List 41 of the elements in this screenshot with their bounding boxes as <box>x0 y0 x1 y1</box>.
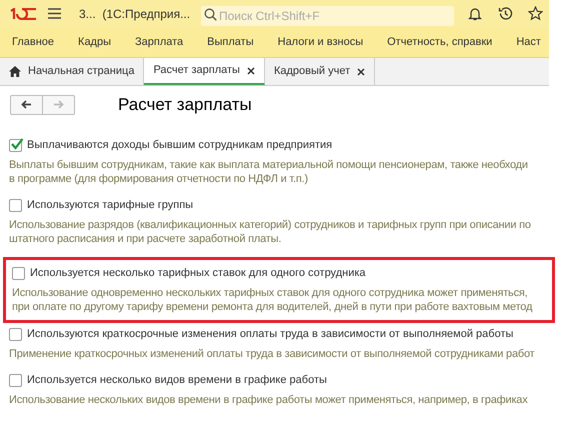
checkbox[interactable] <box>12 266 25 280</box>
menu-icon[interactable] <box>48 8 61 19</box>
menu-item[interactable]: Налоги и взносы <box>266 27 376 57</box>
bell-icon[interactable] <box>468 6 482 20</box>
option-description: в программе (для формирования отчетности по НДФЛ и т.п.) <box>9 172 309 186</box>
option-label[interactable]: Используются краткосрочные изменения оплаты труда в зависимости от выполняемой работы <box>27 326 514 342</box>
option-description: Применение краткосрочных изменений оплаты труда в зависимости от выполняемой сотрудниками работ <box>9 347 536 361</box>
close-icon[interactable] <box>357 68 366 76</box>
checkbox[interactable] <box>9 198 22 212</box>
option-label[interactable]: Выплачиваются доходы бывшим сотрудникам предприятия <box>27 136 332 154</box>
menu-item[interactable]: Наст <box>504 27 549 57</box>
option-description: Использование нескольких видов времени в графике работы может применяться, например, в графиках <box>9 393 529 407</box>
history-icon[interactable] <box>498 6 513 21</box>
checkbox[interactable] <box>9 138 22 152</box>
option-description: при оплате по другому тарифу времени ремонта для водителей, дней в пути при работе вахтовым метод <box>12 300 534 314</box>
search-icon <box>204 8 217 20</box>
back-button[interactable] <box>10 94 43 114</box>
close-icon[interactable] <box>246 66 255 74</box>
menu-item[interactable]: Отчетность, справки <box>375 27 504 57</box>
option-label[interactable]: Используются тарифные группы <box>27 196 194 214</box>
menu-item[interactable]: Выплаты <box>195 27 266 57</box>
checkmark-icon <box>10 136 24 150</box>
window-title: 3... (1С:Предприя... <box>79 6 191 22</box>
option-description: Выплаты бывшим сотрудникам, такие как выплата материальной помощи пенсионерам, также необходи <box>9 158 529 172</box>
home-icon <box>9 66 21 77</box>
search-field[interactable]: Поиск Ctrl+Shift+F <box>201 6 454 26</box>
menu-item[interactable]: Главное <box>0 27 66 57</box>
option-description: Использование одновременно нескольких тарифных ставок для одного сотрудника может применяться, <box>12 286 529 300</box>
checkbox[interactable] <box>9 374 22 386</box>
logo-icon <box>10 8 37 20</box>
menu-item[interactable]: Кадры <box>66 27 123 57</box>
star-icon[interactable] <box>528 6 543 21</box>
tab[interactable]: Расчет зарплаты <box>144 58 265 85</box>
option-label[interactable]: Используется несколько тарифных ставок для одного сотрудника <box>30 264 366 282</box>
option-description: штатного расписания и при расчете заработной платы. <box>9 232 282 246</box>
option-description: Использование разрядов (квалификационных категорий) сотрудников и тарифных групп при описании по <box>9 218 532 232</box>
checkbox[interactable] <box>9 328 22 340</box>
menu-item[interactable]: Зарплата <box>123 27 196 57</box>
page-title: Расчет зарплаты <box>118 94 252 116</box>
option-label[interactable]: Используется несколько видов времени в графике работы <box>27 372 327 388</box>
tab[interactable]: Кадровый учет <box>264 58 376 85</box>
